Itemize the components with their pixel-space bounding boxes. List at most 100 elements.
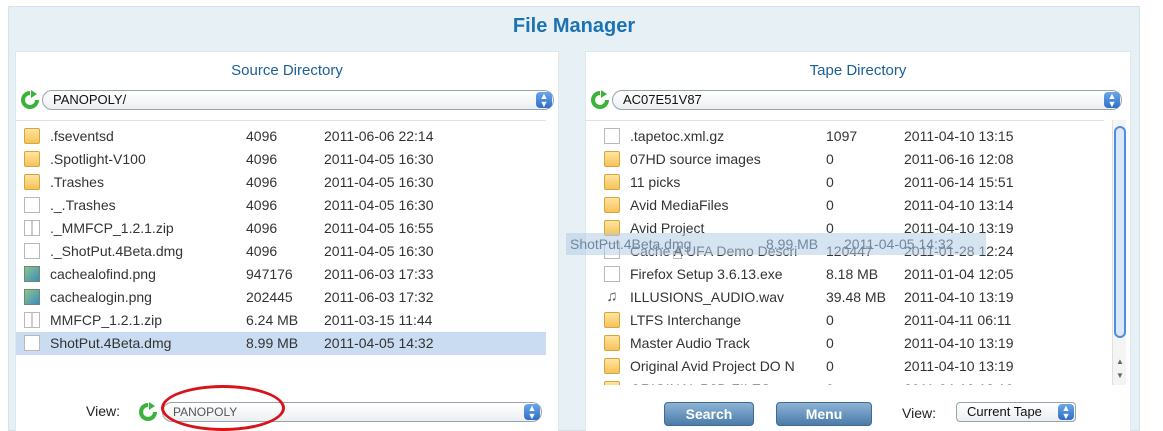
tape-panel-title: Tape Directory <box>809 62 907 79</box>
zip-icon <box>24 312 40 328</box>
select-arrows-icon: ▲ ▼ <box>1104 92 1120 109</box>
file-row[interactable]: .Trashes 4096 2011-04-05 16:30 <box>16 171 546 194</box>
file-date: 2011-06-06 22:14 <box>324 128 434 144</box>
file-name: cachealogin.png <box>50 289 152 305</box>
file-date: 2011-04-10 13:19 <box>904 381 1014 385</box>
file-name: MMFCP_1.2.1.zip <box>50 312 163 328</box>
file-row[interactable]: LTFS Interchange 0 2011-04-11 06:11 <box>586 309 1104 332</box>
folder-icon <box>604 174 620 190</box>
file-name: Firefox Setup 3.6.13.exe <box>630 266 783 282</box>
file-row[interactable]: ._.Trashes 4096 2011-04-05 16:30 <box>16 194 546 217</box>
file-row[interactable]: .tapetoc.xml.gz 1097 2011-04-10 13:15 <box>586 125 1104 148</box>
file-date: 2011-04-05 16:30 <box>324 243 434 259</box>
file-date: 2011-04-10 13:19 <box>904 289 1014 305</box>
folder-icon <box>604 312 620 328</box>
file-size: 0 <box>826 312 834 328</box>
file-row[interactable]: cachealofind.png 947176 2011-06-03 17:33 <box>16 263 546 286</box>
tape-path-value: AC07E51V87 <box>623 92 702 107</box>
file-row[interactable]: 11 picks 0 2011-06-14 15:51 <box>586 171 1104 194</box>
file-row[interactable]: Master Audio Track 0 2011-04-10 13:19 <box>586 332 1104 355</box>
file-row[interactable]: 07HD source images 0 2011-06-16 12:08 <box>586 148 1104 171</box>
document-icon <box>24 243 40 259</box>
file-row[interactable]: cachealogin.png 202445 2011-06-03 17:32 <box>16 286 546 309</box>
file-date: 2011-06-03 17:32 <box>324 289 434 305</box>
tape-view-label: View: <box>902 405 936 421</box>
file-row[interactable]: ShotPut.4Beta.dmg 8.99 MB 2011-04-05 14:32 <box>16 332 546 355</box>
file-row[interactable]: Firefox Setup 3.6.13.exe 8.18 MB 2011-01-0… <box>586 263 1104 286</box>
file-size: 4096 <box>246 174 278 190</box>
file-name: ._.Trashes <box>50 197 116 213</box>
file-name: ShotPut.4Beta.dmg <box>50 335 172 351</box>
folder-icon <box>24 151 40 167</box>
source-file-list[interactable]: .fseventsd 4096 2011-06-06 22:14 .Spotlight… <box>16 120 546 385</box>
tape-refresh-icon[interactable] <box>590 90 610 110</box>
file-size: 0 <box>826 174 834 190</box>
file-size: 8.18 MB <box>826 266 879 282</box>
file-size: 4096 <box>246 220 278 236</box>
folder-icon <box>604 381 620 385</box>
file-name: 11 picks <box>630 174 681 190</box>
scroll-up-arrow-icon[interactable]: ▲ <box>1113 356 1127 368</box>
zip-icon <box>24 220 40 236</box>
file-name: .Spotlight-V100 <box>50 151 146 167</box>
document-icon <box>24 197 40 213</box>
app-title: File Manager <box>512 15 636 37</box>
file-row[interactable]: MMFCP_1.2.1.zip 6.24 MB 2011-03-15 11:44 <box>16 309 546 332</box>
select-arrows-icon: ▲ ▼ <box>524 404 540 421</box>
file-date: 2011-01-04 12:05 <box>904 266 1014 282</box>
tape-path-select[interactable]: AC07E51V87 ▲ ▼ <box>612 90 1122 110</box>
folder-icon <box>604 358 620 374</box>
file-row[interactable]: .fseventsd 4096 2011-06-06 22:14 <box>16 125 546 148</box>
file-size: 947176 <box>246 266 293 282</box>
file-date: 2011-04-10 13:15 <box>904 128 1014 144</box>
file-date: 2011-04-10 13:19 <box>904 335 1014 351</box>
file-size: 4096 <box>246 151 278 167</box>
file-name: .Trashes <box>50 174 104 190</box>
folder-icon <box>24 174 40 190</box>
file-name: cachealofind.png <box>50 266 156 282</box>
source-path-value: PANOPOLY/ <box>53 92 127 107</box>
file-row[interactable]: ♫ ILLUSIONS_AUDIO.wav 39.48 MB 2011-04-10 1… <box>586 286 1104 309</box>
search-button[interactable]: Search <box>664 402 754 426</box>
document-icon <box>604 128 620 144</box>
file-row[interactable]: Original Avid Project DO N 0 2011-04-10 13… <box>586 355 1104 378</box>
menu-button[interactable]: Menu <box>776 402 872 426</box>
file-row[interactable]: .Spotlight-V100 4096 2011-04-05 16:30 <box>16 148 546 171</box>
drag-ghost-date: 2011-04-05 14:32 <box>844 236 954 252</box>
file-size: 4096 <box>246 243 278 259</box>
file-date: 2011-04-11 06:11 <box>904 312 1012 328</box>
file-size: 0 <box>826 381 834 385</box>
scrollbar-thumb[interactable] <box>1114 126 1126 338</box>
file-date: 2011-04-10 13:14 <box>904 197 1014 213</box>
file-size: 6.24 MB <box>246 312 299 328</box>
file-size: 4096 <box>246 197 278 213</box>
view-refresh-icon[interactable] <box>138 402 158 422</box>
source-panel-title: Source Directory <box>231 62 343 79</box>
file-row[interactable]: Avid MediaFiles 0 2011-04-10 13:14 <box>586 194 1104 217</box>
source-path-select[interactable]: PANOPOLY/ ▲ ▼ <box>42 90 554 110</box>
source-refresh-icon[interactable] <box>20 90 40 110</box>
file-row[interactable]: ORIGINAL P2D FILES 0 2011-04-10 13:19 <box>586 378 1104 385</box>
file-row[interactable]: ._ShotPut.4Beta.dmg 4096 2011-04-05 16:30 <box>16 240 546 263</box>
scroll-down-arrow-icon[interactable]: ▼ <box>1113 370 1127 382</box>
file-name: Master Audio Track <box>630 335 750 351</box>
file-manager-window: File Manager Source Directory PANOPOLY/ … <box>8 6 1140 431</box>
select-arrows-icon: ▲ ▼ <box>536 92 552 109</box>
folder-icon <box>24 128 40 144</box>
file-date: 2011-04-05 16:55 <box>324 220 434 236</box>
file-row[interactable]: ._MMFCP_1.2.1.zip 4096 2011-04-05 16:55 <box>16 217 546 240</box>
tape-list-scrollbar[interactable]: ▲ ▼ <box>1112 120 1126 385</box>
image-icon <box>24 289 40 305</box>
file-size: 0 <box>826 335 834 351</box>
file-name: 07HD source images <box>630 151 761 167</box>
file-size: 202445 <box>246 289 293 305</box>
audio-icon: ♫ <box>606 288 618 305</box>
source-directory-panel: Source Directory PANOPOLY/ ▲ ▼ .fseventsd… <box>15 51 559 431</box>
file-date: 2011-04-10 13:19 <box>904 358 1014 374</box>
file-date: 2011-06-14 15:51 <box>904 174 1014 190</box>
file-date: 2011-06-03 17:33 <box>324 266 434 282</box>
file-size: 4096 <box>246 128 278 144</box>
tape-view-select[interactable]: Current Tape ▲ ▼ <box>956 402 1076 422</box>
file-name: .tapetoc.xml.gz <box>630 128 725 144</box>
file-date: 2011-03-15 11:44 <box>324 312 433 328</box>
